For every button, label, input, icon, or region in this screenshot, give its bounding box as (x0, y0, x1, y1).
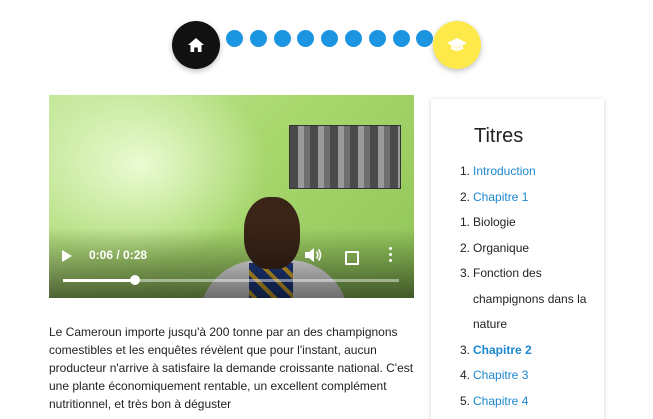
step-dot[interactable] (226, 30, 243, 47)
home-icon (188, 38, 204, 52)
step-dot[interactable] (392, 30, 410, 47)
toc-item[interactable]: 2. Chapitre 1 (460, 185, 600, 211)
toc-item-number: 1. (460, 215, 471, 229)
step-dot[interactable] (321, 30, 339, 47)
toc-item-label[interactable]: Introduction (473, 159, 536, 185)
toc-item-label: Organique (473, 240, 530, 255)
toc-item[interactable]: 4. Chapitre 3 (460, 363, 600, 389)
video-player[interactable]: 0:06 / 0:28 (49, 95, 414, 298)
more-options-icon[interactable] (389, 247, 393, 262)
step-dot[interactable] (297, 30, 315, 47)
toc-item-number: 4. (460, 368, 471, 382)
table-of-contents: Titres 1. Introduction 2. Chapitre 1 1. Biolo… (431, 99, 604, 419)
seek-bar-played (63, 279, 135, 282)
step-dot[interactable] (273, 30, 291, 47)
toc-item: 3. Fonction des champignons dans la natur… (460, 261, 600, 338)
step-dot[interactable] (249, 30, 267, 47)
toc-item-number: 3. (460, 342, 471, 357)
toc-item-number: 2. (460, 189, 471, 204)
toc-item-number: 2. (460, 240, 471, 255)
toc-item-label[interactable]: Chapitre 3 (473, 363, 528, 389)
seek-bar-thumb[interactable] (129, 275, 140, 285)
toc-item-number: 5. (460, 393, 471, 408)
graduation-cap-icon (447, 38, 467, 51)
lesson-description: Le Cameroun importe jusqu'à 200 tonne pa… (49, 325, 414, 411)
toc-item-label[interactable]: Chapitre 4 (473, 389, 528, 415)
toc-title: Titres (474, 125, 524, 147)
toc-item[interactable]: 5. Chapitre 4 (460, 389, 600, 415)
fullscreen-icon[interactable] (345, 251, 359, 265)
toc-item-label[interactable]: Chapitre 1 (473, 185, 528, 211)
toc-item[interactable]: 1. Introduction (460, 159, 600, 185)
inset-footage (289, 125, 401, 189)
toc-item[interactable]: 3. Chapitre 2 (460, 338, 600, 364)
toc-item-number: 1. (460, 164, 471, 178)
toc-list: 1. Introduction 2. Chapitre 1 1. Biologie 2. Or… (460, 159, 600, 414)
home-step-button[interactable] (172, 21, 220, 69)
step-dot[interactable] (416, 30, 434, 47)
toc-item-label: Biologie (473, 215, 516, 229)
toc-item: 1. Biologie (460, 210, 600, 236)
video-seek-bar[interactable] (63, 275, 399, 285)
volume-icon[interactable] (304, 247, 322, 268)
toc-item-number: 3. (460, 266, 471, 280)
toc-item-label[interactable]: Chapitre 2 (473, 338, 532, 364)
video-time: 0:06 / 0:28 (89, 248, 148, 262)
toc-item-label: Fonction des champignons dans la nature (473, 266, 587, 331)
course-end-step-button[interactable] (433, 21, 481, 69)
progress-stepper (0, 0, 653, 90)
step-dot[interactable] (368, 30, 386, 47)
toc-item: 2. Organique (460, 236, 600, 262)
step-dot[interactable] (345, 30, 362, 47)
play-icon[interactable] (62, 250, 72, 262)
video-controls-overlay (49, 228, 414, 298)
